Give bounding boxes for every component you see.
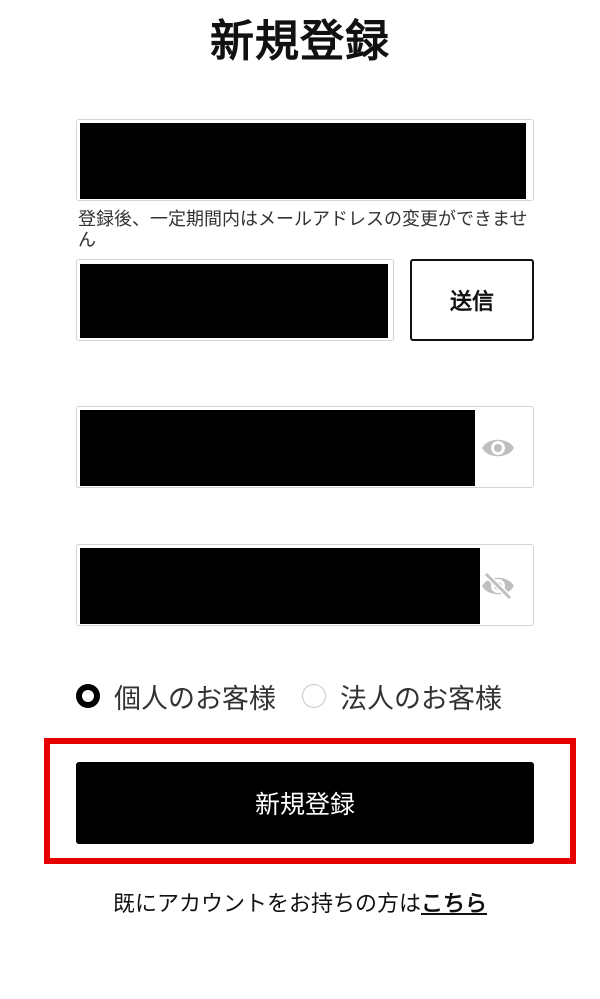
email-field[interactable] xyxy=(76,119,534,201)
page-title: 新規登録 xyxy=(210,16,390,67)
radio-corporate[interactable]: 法人のお客様 xyxy=(302,677,528,716)
login-prompt-text: 既にアカウントをお持ちの方は xyxy=(112,892,421,917)
verification-code-field[interactable] xyxy=(76,259,394,341)
email-change-note: 登録後、一定期間内はメールアドレスの変更ができません xyxy=(78,209,528,251)
register-button[interactable]: 新規登録 xyxy=(76,762,534,844)
email-redacted-value xyxy=(80,123,526,199)
password-confirm-field[interactable] xyxy=(76,544,534,626)
radio-checked-icon[interactable] xyxy=(76,684,100,708)
eye-icon[interactable] xyxy=(480,434,516,462)
password-redacted-value xyxy=(80,410,475,486)
login-prompt: 既にアカウントをお持ちの方はこちら xyxy=(0,886,600,918)
customer-type-radio-group: 個人のお客様 法人のお客様 xyxy=(76,674,528,718)
login-link[interactable]: こちら xyxy=(421,892,487,917)
radio-individual[interactable]: 個人のお客様 xyxy=(76,677,302,716)
password-field[interactable] xyxy=(76,406,534,488)
eye-slash-icon[interactable] xyxy=(480,572,516,600)
password-confirm-redacted-value xyxy=(80,548,480,624)
radio-individual-label: 個人のお客様 xyxy=(114,683,276,715)
verification-code-redacted-value xyxy=(80,264,388,338)
radio-corporate-label: 法人のお客様 xyxy=(340,683,502,715)
radio-unchecked-icon[interactable] xyxy=(302,684,326,708)
send-button[interactable]: 送信 xyxy=(410,259,534,341)
